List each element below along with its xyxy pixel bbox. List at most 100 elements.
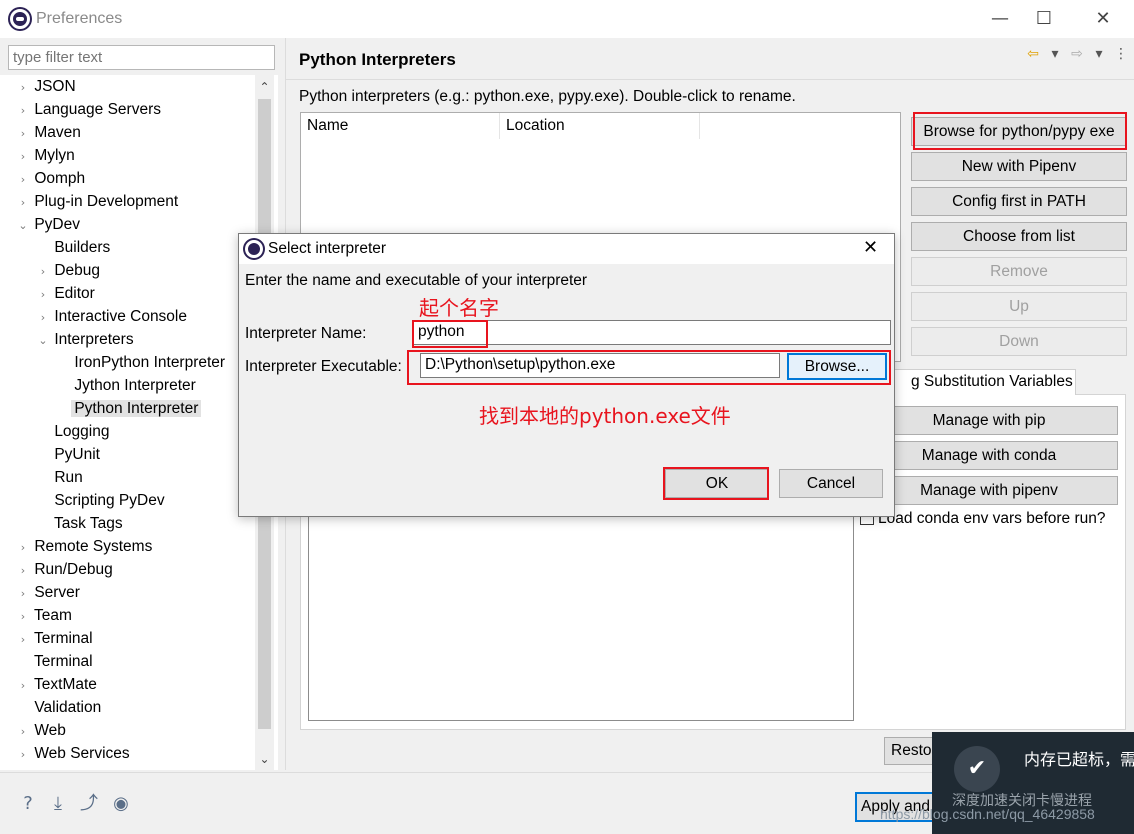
chevron-right-icon[interactable]: › bbox=[16, 76, 30, 99]
tree-item[interactable]: › TextMate bbox=[16, 673, 97, 696]
new-with-pipenv-button[interactable]: New with Pipenv bbox=[911, 152, 1127, 181]
annotation-executable: 找到本地的python.exe文件 bbox=[479, 404, 731, 428]
tree-item-label: IronPython Interpreter bbox=[74, 354, 226, 371]
dialog-subtitle: Enter the name and executable of your in… bbox=[245, 272, 588, 289]
tree-item-label: Task Tags bbox=[54, 515, 123, 532]
chevron-right-icon[interactable]: › bbox=[16, 191, 30, 214]
chevron-right-icon[interactable]: › bbox=[16, 559, 30, 582]
chevron-down-icon[interactable]: ⌄ bbox=[36, 329, 50, 352]
load-conda-env-checkbox[interactable]: Load conda env vars before run? bbox=[860, 510, 1106, 528]
preferences-tree[interactable]: › JSON › Language Servers › Maven › Mylyn › … bbox=[0, 75, 278, 770]
filter-field[interactable] bbox=[8, 45, 275, 70]
chevron-right-icon[interactable]: › bbox=[16, 605, 30, 628]
tree-item[interactable]: › Team bbox=[16, 604, 72, 627]
libraries-list[interactable] bbox=[308, 505, 854, 721]
tree-item[interactable]: ⌄ PyDev bbox=[16, 213, 80, 236]
record-icon[interactable]: ◉ bbox=[110, 794, 132, 814]
cancel-button[interactable]: Cancel bbox=[779, 469, 883, 498]
tree-item[interactable]: › Debug bbox=[36, 259, 100, 282]
scroll-down-icon[interactable]: ⌄ bbox=[255, 749, 274, 769]
column-header-name[interactable]: Name bbox=[301, 113, 500, 139]
window-titlebar: Preferences — ☐ ✕ bbox=[0, 0, 1134, 38]
page-title: Python Interpreters bbox=[299, 50, 456, 69]
maximize-icon[interactable]: ☐ bbox=[1024, 6, 1064, 32]
tree-item[interactable]: › Terminal bbox=[16, 627, 93, 650]
tree-item[interactable]: › Oomph bbox=[16, 167, 85, 190]
chevron-right-icon[interactable]: › bbox=[36, 306, 50, 329]
tree-item[interactable]: › Run/Debug bbox=[16, 558, 113, 581]
scroll-up-icon[interactable]: ⌃ bbox=[255, 77, 274, 97]
back-icon[interactable]: ⇦ bbox=[1022, 46, 1044, 62]
tree-item-label: Jython Interpreter bbox=[74, 377, 196, 394]
tree-item[interactable]: › Mylyn bbox=[16, 144, 75, 167]
more-icon[interactable]: ⋮ bbox=[1110, 46, 1132, 62]
tree-item-label: Builders bbox=[54, 239, 111, 256]
filter-input[interactable] bbox=[13, 49, 270, 66]
choose-from-list-button[interactable]: Choose from list bbox=[911, 222, 1127, 251]
description: Python interpreters (e.g.: python.exe, p… bbox=[299, 88, 796, 105]
back-menu-icon[interactable]: ▾ bbox=[1044, 46, 1066, 62]
chevron-right-icon[interactable]: › bbox=[16, 582, 30, 605]
column-header-location[interactable]: Location bbox=[500, 113, 700, 139]
tree-item[interactable]: Python Interpreter bbox=[56, 397, 202, 420]
chevron-right-icon[interactable]: › bbox=[16, 536, 30, 559]
chevron-right-icon[interactable]: › bbox=[36, 283, 50, 306]
manage-with-pipenv-button[interactable]: Manage with pipenv bbox=[860, 476, 1118, 505]
tree-item[interactable]: Validation bbox=[16, 696, 101, 719]
tree-item[interactable]: IronPython Interpreter bbox=[56, 351, 225, 374]
tree-item[interactable]: ⌄ Interpreters bbox=[36, 328, 133, 352]
dialog-title: Select interpreter bbox=[268, 240, 387, 257]
dialog-close-icon[interactable]: ✕ bbox=[863, 237, 878, 258]
chevron-right-icon[interactable]: › bbox=[16, 122, 30, 145]
chevron-right-icon[interactable]: › bbox=[16, 145, 30, 168]
close-icon[interactable]: ✕ bbox=[1083, 6, 1123, 32]
tree-item-label: Web bbox=[34, 722, 66, 739]
tree-item[interactable]: › Web bbox=[16, 719, 66, 742]
tree-item[interactable]: Run bbox=[36, 466, 83, 489]
tree-item-label: Server bbox=[34, 584, 80, 601]
tree-item[interactable]: Terminal bbox=[16, 650, 93, 673]
tree-item[interactable]: › Server bbox=[16, 581, 80, 604]
tree-item[interactable]: › JSON bbox=[16, 75, 76, 98]
manage-with-pip-button[interactable]: Manage with pip bbox=[860, 406, 1118, 435]
down-button[interactable]: Down bbox=[911, 327, 1127, 356]
help-icon[interactable]: ? bbox=[17, 794, 39, 814]
tree-item[interactable]: Builders bbox=[36, 236, 110, 259]
chevron-down-icon[interactable]: ⌄ bbox=[16, 214, 30, 237]
tree-item[interactable]: Logging bbox=[36, 420, 109, 443]
tree-item[interactable]: Scripting PyDev bbox=[36, 489, 165, 512]
forward-icon[interactable]: ⇨ bbox=[1066, 46, 1088, 62]
window-title: Preferences bbox=[36, 10, 123, 27]
chevron-right-icon[interactable]: › bbox=[16, 674, 30, 697]
tree-item-label: Run bbox=[54, 469, 83, 486]
tree-item[interactable]: › Interactive Console bbox=[36, 305, 187, 328]
tree-item[interactable]: Jython Interpreter bbox=[56, 374, 196, 397]
tree-item[interactable]: › Plug-in Development bbox=[16, 190, 178, 213]
tree-item[interactable]: › Editor bbox=[36, 282, 95, 305]
chevron-right-icon[interactable]: › bbox=[16, 720, 30, 743]
chevron-right-icon[interactable]: › bbox=[16, 743, 30, 766]
tree-item[interactable]: › Maven bbox=[16, 121, 81, 144]
tree-item-label: Scripting PyDev bbox=[54, 492, 165, 509]
minimize-icon[interactable]: — bbox=[980, 6, 1020, 32]
up-button[interactable]: Up bbox=[911, 292, 1127, 321]
tree-item-label: Run/Debug bbox=[34, 561, 113, 578]
remove-button[interactable]: Remove bbox=[911, 257, 1127, 286]
eclipse-icon bbox=[245, 240, 263, 258]
tree-item[interactable]: Task Tags bbox=[36, 512, 123, 535]
config-first-in-path-button[interactable]: Config first in PATH bbox=[911, 187, 1127, 216]
manage-with-conda-button[interactable]: Manage with conda bbox=[860, 441, 1118, 470]
tree-item[interactable]: › Remote Systems bbox=[16, 535, 153, 559]
interpreter-name-input[interactable] bbox=[418, 323, 886, 341]
import-icon[interactable]: ⤓ bbox=[47, 794, 69, 814]
forward-menu-icon[interactable]: ▾ bbox=[1088, 46, 1110, 62]
tree-item[interactable]: › Language Servers bbox=[16, 98, 161, 121]
chevron-right-icon[interactable]: › bbox=[16, 628, 30, 651]
chevron-right-icon[interactable]: › bbox=[16, 168, 30, 191]
tab-string-substitution-variables[interactable]: g Substitution Variables bbox=[892, 369, 1076, 395]
chevron-right-icon[interactable]: › bbox=[16, 99, 30, 122]
export-icon[interactable]: ⤴ bbox=[78, 794, 100, 814]
tree-item[interactable]: › Web Services bbox=[16, 742, 130, 765]
chevron-right-icon[interactable]: › bbox=[36, 260, 50, 283]
tree-item[interactable]: PyUnit bbox=[36, 443, 100, 466]
